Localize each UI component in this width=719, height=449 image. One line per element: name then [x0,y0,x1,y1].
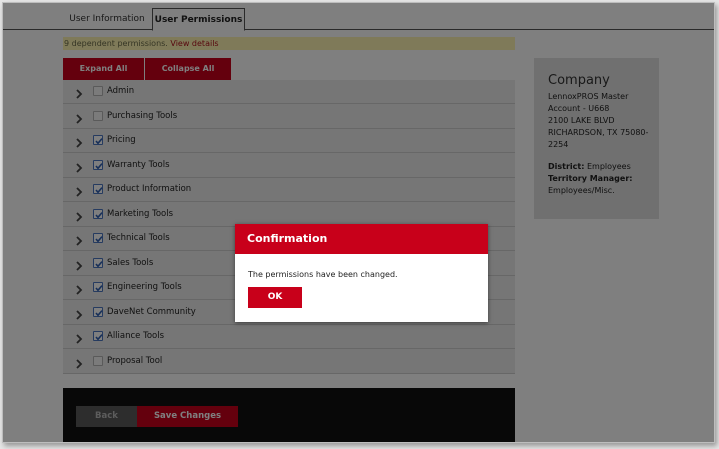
dialog-title: Confirmation [235,224,488,254]
dialog-message: The permissions have been changed. [248,270,398,279]
ok-button[interactable]: OK [248,287,302,308]
confirmation-dialog: Confirmation The permissions have been c… [235,224,488,322]
app-window: User Information User Permissions 9 depe… [2,2,715,443]
modal-backdrop[interactable] [3,3,714,442]
